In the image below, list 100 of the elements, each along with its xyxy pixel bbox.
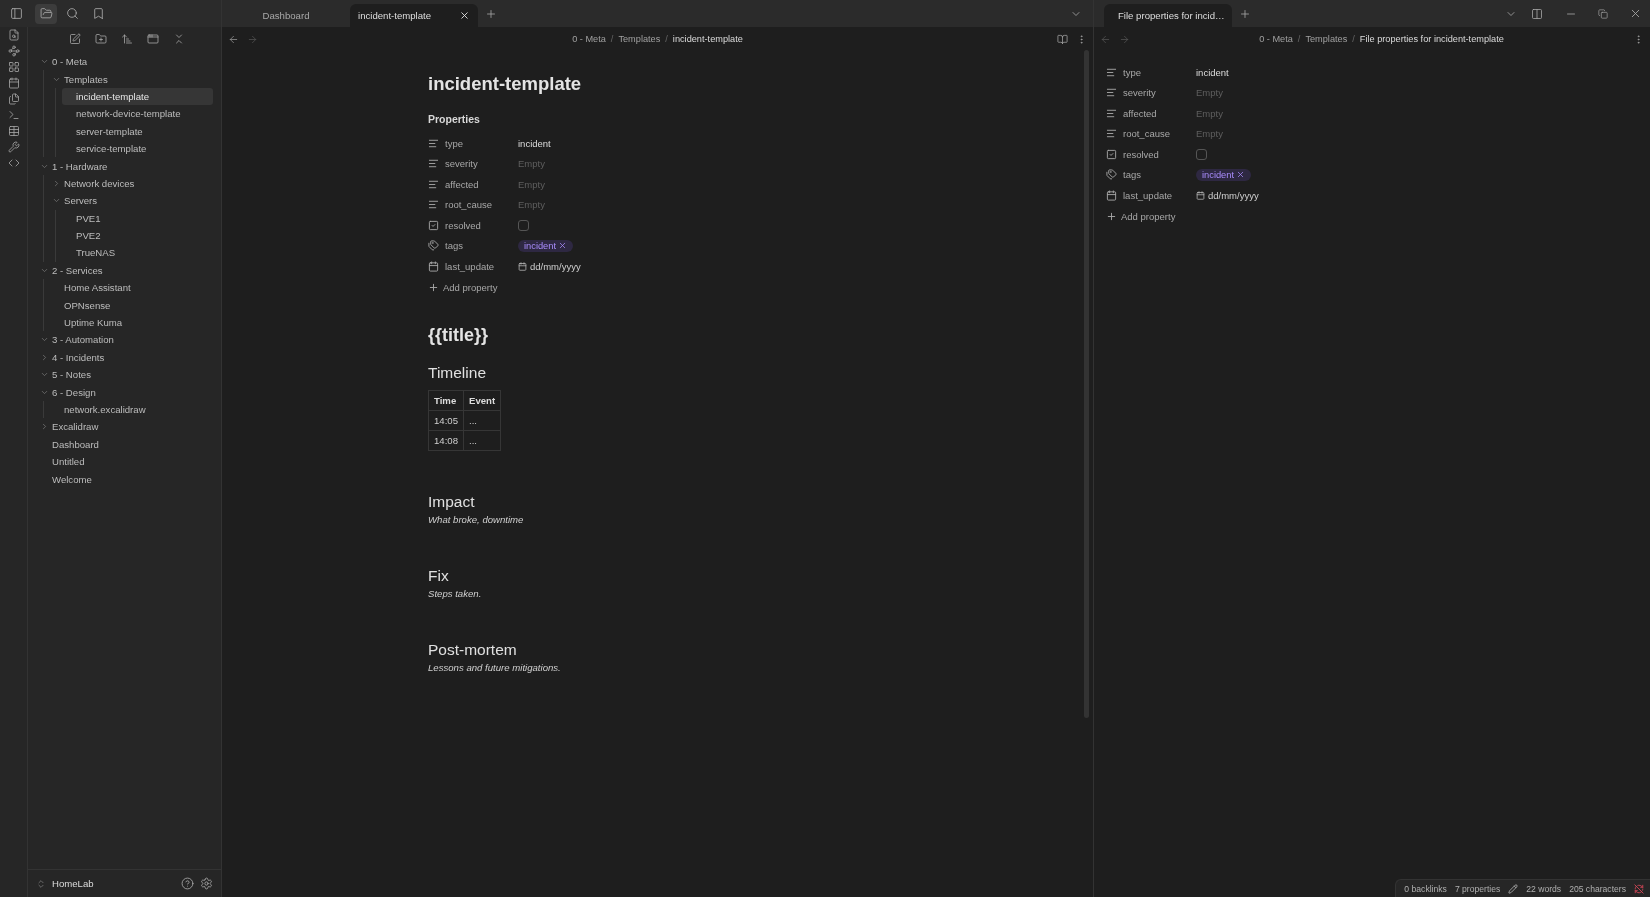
files-icon[interactable]: [7, 93, 20, 105]
property-name: tags: [445, 240, 463, 252]
remove-icon[interactable]: [558, 241, 568, 251]
property-name: type: [445, 137, 463, 149]
property-value-field[interactable]: incident: [518, 137, 608, 149]
tab[interactable]: File properties for incid…: [1104, 4, 1232, 27]
heading: Post-mortem: [428, 640, 518, 659]
property-value-field[interactable]: Empty: [1196, 128, 1286, 140]
separator: /: [1352, 34, 1355, 44]
file-item[interactable]: Uptime Kuma: [50, 313, 213, 332]
file-item[interactable]: PVE1: [62, 209, 213, 227]
add-property-button[interactable]: Add property: [428, 276, 518, 299]
folder-item[interactable]: 6 - Design: [38, 383, 213, 401]
backlinks-count[interactable]: 0 backlinks: [1404, 883, 1447, 894]
sidebar-toggle-icon[interactable]: [9, 7, 23, 20]
file-item[interactable]: Untitled: [38, 453, 213, 471]
tags-icon: [428, 240, 439, 252]
bookmark-icon[interactable]: [91, 7, 105, 20]
breadcrumb-item[interactable]: 0 - Meta: [572, 34, 606, 44]
code-icon[interactable]: [7, 157, 20, 169]
tag-pill[interactable]: incident: [518, 239, 574, 252]
file-item[interactable]: Home Assistant: [50, 279, 213, 297]
sort-icon[interactable]: [120, 33, 133, 45]
plus-icon: [428, 282, 439, 293]
file-item[interactable]: network-device-template: [62, 105, 213, 123]
file-item[interactable]: network.excalidraw: [50, 400, 213, 419]
close-icon[interactable]: [459, 10, 470, 21]
date-field[interactable]: dd/mm/yyyy: [1208, 189, 1298, 201]
folder-icon[interactable]: [39, 7, 53, 20]
table-cell: 14:05: [428, 410, 464, 430]
remove-icon[interactable]: [1236, 170, 1246, 180]
date-field[interactable]: dd/mm/yyyy: [530, 260, 620, 272]
new-tab-icon[interactable]: [485, 7, 497, 20]
checkbox[interactable]: [1196, 148, 1207, 160]
folder-item[interactable]: 1 - Hardware: [38, 157, 213, 175]
property-value-field[interactable]: Empty: [518, 199, 608, 211]
folder-item[interactable]: 4 - Incidents: [38, 348, 213, 367]
file-item[interactable]: Welcome: [38, 470, 213, 488]
tab[interactable]: incident-template: [350, 4, 478, 27]
settings-icon[interactable]: [200, 877, 213, 890]
folder-item[interactable]: 5 - Notes: [38, 366, 213, 384]
table-header-cell: Event: [463, 390, 501, 410]
breadcrumb-item[interactable]: Templates: [618, 34, 661, 44]
folder-item[interactable]: Network devices: [50, 174, 213, 193]
property-name: last_update: [445, 260, 495, 272]
checkbox[interactable]: [518, 219, 529, 231]
new-note-icon[interactable]: [68, 33, 81, 45]
file-item[interactable]: service-template: [62, 139, 213, 158]
file-item[interactable]: server-template: [62, 122, 213, 140]
folder-item[interactable]: 3 - Automation: [38, 331, 213, 349]
file-item[interactable]: incident-template: [62, 87, 213, 106]
file-search-icon[interactable]: [7, 29, 20, 41]
reading-view-icon[interactable]: [1057, 33, 1068, 45]
breadcrumb-item[interactable]: File properties for incident-template: [1359, 34, 1504, 44]
calendar-icon[interactable]: [1196, 190, 1205, 200]
terminal-icon[interactable]: [7, 109, 20, 121]
property-name: severity: [1123, 87, 1156, 99]
right-sidebar-toggle-icon[interactable]: [1531, 7, 1543, 20]
grid-icon[interactable]: [7, 61, 20, 73]
paragraph: Steps taken.: [428, 587, 483, 599]
new-folder-icon[interactable]: [94, 33, 107, 45]
pencil-icon[interactable]: [1508, 883, 1519, 894]
file-item[interactable]: TrueNAS: [62, 244, 213, 262]
sync-off-icon[interactable]: [1634, 883, 1644, 894]
restore-icon[interactable]: [1598, 8, 1608, 19]
checkbox-icon: [1106, 148, 1117, 160]
breadcrumb-item[interactable]: Templates: [1305, 34, 1348, 44]
tab[interactable]: Dashboard: [222, 4, 350, 27]
new-tab-icon[interactable]: [1239, 7, 1251, 20]
folder-item[interactable]: Servers: [50, 192, 213, 210]
table-icon[interactable]: [7, 125, 20, 137]
folder-item[interactable]: 2 - Services: [38, 261, 213, 280]
property-value-field[interactable]: Empty: [518, 158, 608, 170]
graph-icon[interactable]: [7, 45, 20, 57]
property-value-field[interactable]: Empty: [1196, 87, 1286, 99]
window-icon[interactable]: [146, 33, 159, 45]
back-icon[interactable]: [228, 33, 239, 45]
breadcrumb-item[interactable]: 0 - Meta: [1259, 34, 1293, 44]
property-value-field[interactable]: Empty: [518, 178, 608, 190]
tag-pill[interactable]: incident: [1196, 168, 1252, 181]
property-value-field[interactable]: Empty: [1196, 107, 1286, 119]
calendar-icon: [428, 260, 439, 272]
property-name: resolved: [1123, 148, 1159, 160]
help-icon[interactable]: [181, 877, 194, 890]
property-value-field[interactable]: incident: [1196, 66, 1286, 78]
table-cell: ...: [463, 410, 501, 430]
calendar-icon[interactable]: [518, 261, 527, 271]
vault-name[interactable]: HomeLab: [52, 878, 175, 889]
file-item[interactable]: OPNsense: [50, 296, 213, 314]
search-icon[interactable]: [65, 7, 79, 20]
breadcrumb-item[interactable]: incident-template: [672, 34, 743, 44]
calendar-icon[interactable]: [7, 77, 20, 89]
checkbox-icon: [428, 219, 439, 231]
folder-item[interactable]: 0 - Meta: [38, 53, 213, 71]
file-item[interactable]: Dashboard: [38, 435, 213, 453]
file-item[interactable]: PVE2: [62, 226, 213, 245]
folder-item[interactable]: Templates: [50, 70, 213, 88]
folder-item[interactable]: Excalidraw: [38, 418, 213, 436]
property-name: tags: [1123, 169, 1141, 181]
add-property-button[interactable]: Add property: [1106, 205, 1196, 228]
